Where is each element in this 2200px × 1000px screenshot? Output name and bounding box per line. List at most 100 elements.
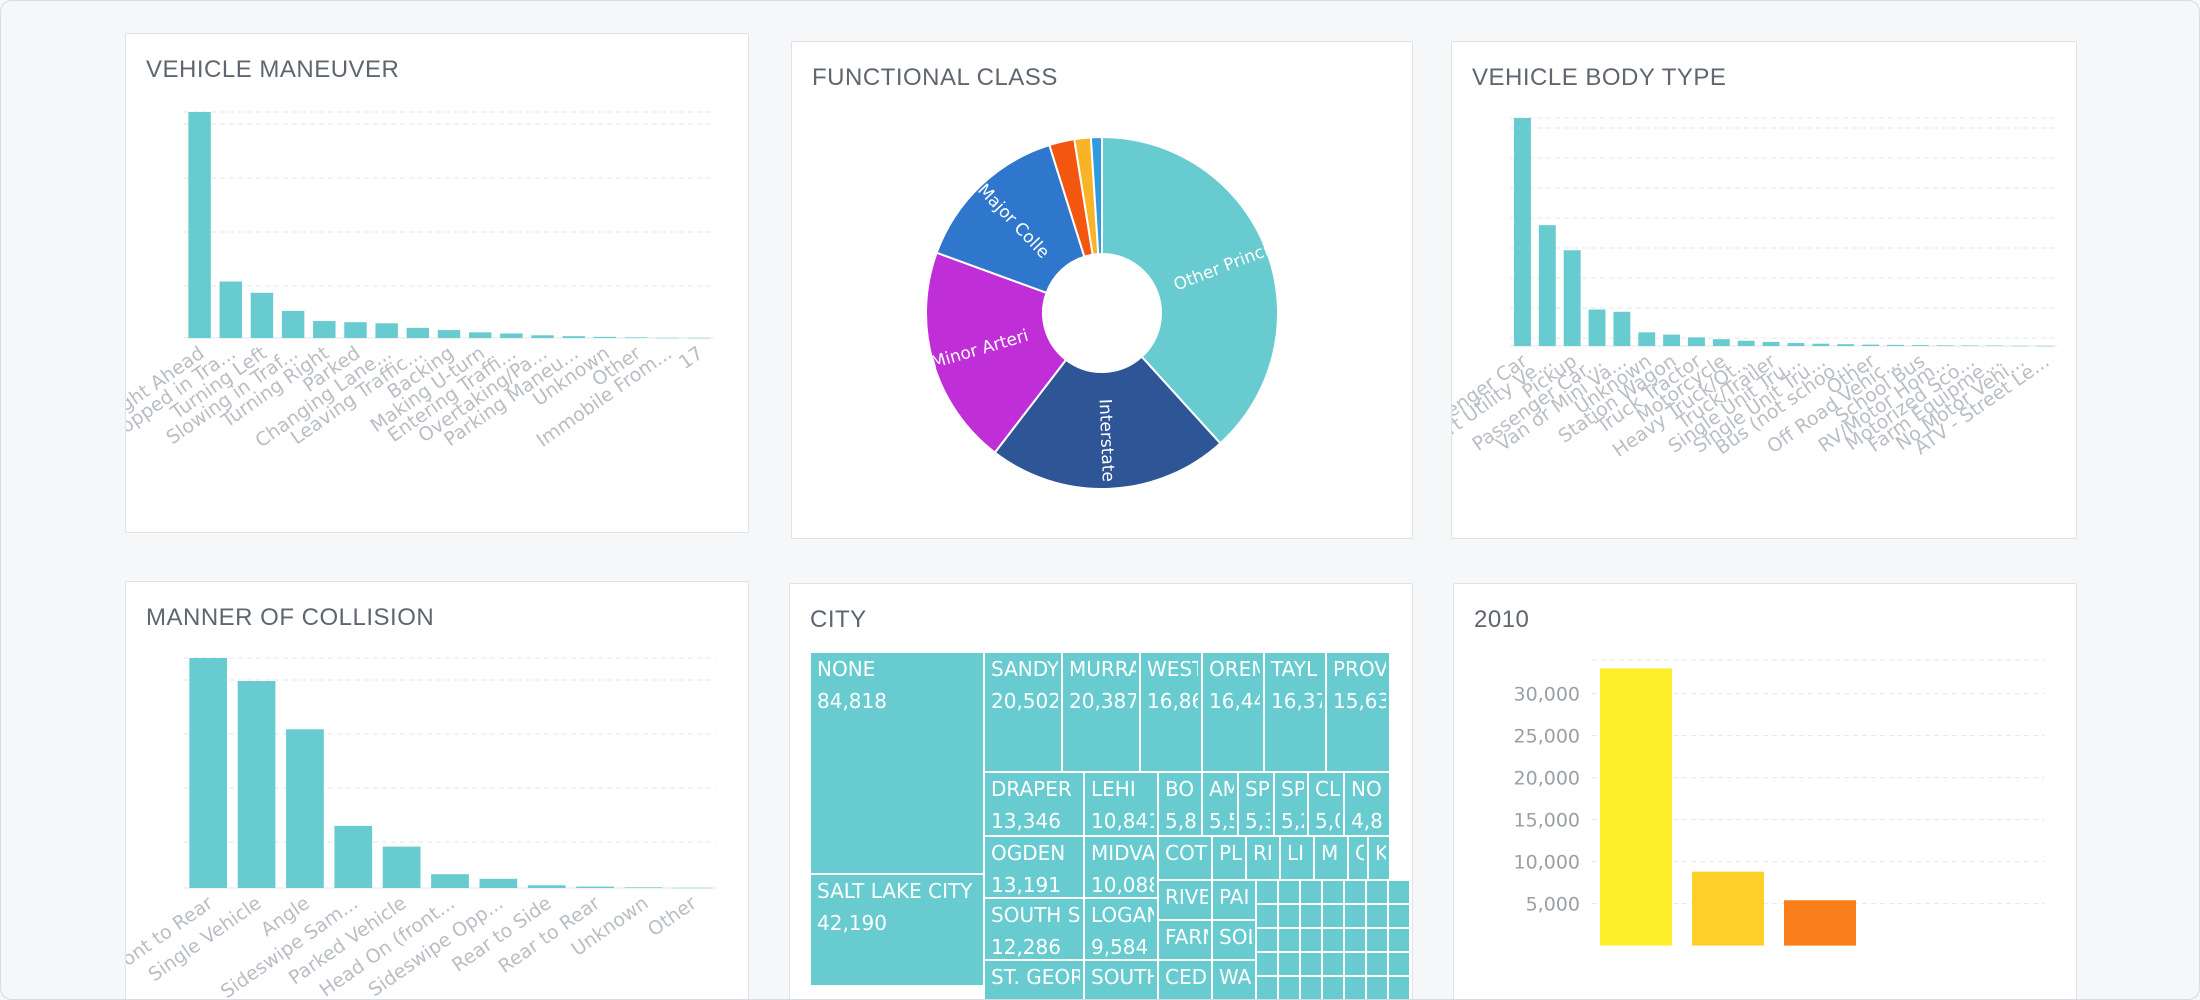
dashboard: VEHICLE MANEUVER Straight Ahead Stopped i… xyxy=(0,0,2200,1000)
treemap-tile: PL xyxy=(1211,835,1247,881)
bar xyxy=(344,322,367,338)
treemap-name: CL xyxy=(1315,777,1341,801)
treemap-tile: OREM 16,44 xyxy=(1201,651,1269,773)
treemap-cell xyxy=(1255,903,1279,929)
treemap-cell xyxy=(1321,879,1345,905)
vehicle-maneuver-chart: Straight AheadStopped in Tra...Turning L… xyxy=(126,111,714,452)
bar xyxy=(672,887,711,889)
treemap-cell xyxy=(1365,927,1389,953)
bar xyxy=(1936,345,1954,346)
bar xyxy=(1762,341,1780,346)
year-2010-panel: 2010 5,000 10,000 15,000 20,000 25,000 30,000 xyxy=(1453,583,2077,999)
treemap-tile: SP5,3 xyxy=(1237,771,1275,837)
treemap-name: CED xyxy=(1165,965,1207,989)
pie-slice-label: Interstate xyxy=(1095,399,1118,483)
y-tick-label: 30,000 xyxy=(1514,684,1580,706)
bar xyxy=(375,323,398,338)
treemap-cell xyxy=(1387,951,1411,977)
treemap-name: LI xyxy=(1287,841,1304,865)
treemap-value: 10,841 xyxy=(1091,809,1161,833)
treemap-name: SOUTH S xyxy=(991,903,1080,927)
treemap-name: SOUTH xyxy=(1091,965,1161,989)
treemap-name: SP xyxy=(1281,777,1306,801)
treemap-tile: PROV 15,63 xyxy=(1325,651,1391,773)
treemap-cell xyxy=(1277,975,1301,999)
bar xyxy=(1812,343,1830,346)
treemap-cell xyxy=(1299,927,1323,953)
treemap-name: RI xyxy=(1253,841,1273,865)
bar xyxy=(1886,344,1904,346)
bar xyxy=(500,333,523,338)
bar xyxy=(406,327,430,338)
treemap-name: PAI xyxy=(1219,885,1249,909)
vehicle-maneuver-panel: VEHICLE MANEUVER Straight Ahead Stopped i… xyxy=(125,33,749,533)
treemap-name: ST. GEOR xyxy=(991,965,1084,989)
treemap-cell xyxy=(1343,951,1367,977)
treemap-name: PROV xyxy=(1333,657,1388,681)
treemap-cell xyxy=(1365,903,1389,929)
city-panel: CITY NONE 84,818 SALT LAKE CITY 42,190 SANDY… xyxy=(789,583,1413,999)
bar xyxy=(468,332,492,338)
treemap-name: SP xyxy=(1245,777,1270,801)
treemap-tile: OGDEN 13,191 xyxy=(983,835,1085,899)
treemap-cell xyxy=(1299,975,1323,999)
treemap-cell xyxy=(1255,951,1279,977)
treemap-value: 16,86 xyxy=(1147,689,1204,713)
bar xyxy=(313,321,336,338)
bar xyxy=(1911,345,1929,346)
treemap-tile: RIVE xyxy=(1157,879,1213,921)
treemap-tile: CED xyxy=(1157,959,1213,999)
treemap-value: 15,63 xyxy=(1333,689,1390,713)
treemap-tile: AM5,5 xyxy=(1201,771,1239,837)
treemap-name: COT xyxy=(1165,841,1208,865)
treemap-cell xyxy=(1255,927,1279,953)
x-tick-label: Other xyxy=(644,892,701,941)
bar xyxy=(1837,344,1855,346)
treemap-cell xyxy=(1387,879,1411,905)
treemap-tile: BO 5,8 xyxy=(1157,771,1203,837)
y-tick-label: 5,000 xyxy=(1526,894,1580,916)
treemap-tile: COT xyxy=(1157,835,1213,881)
bar xyxy=(1787,343,1805,346)
bar xyxy=(219,281,242,338)
treemap-tile: MURRA 20,387 xyxy=(1061,651,1141,773)
treemap-cell xyxy=(1255,879,1279,905)
treemap-value: 5,8 xyxy=(1165,809,1197,833)
treemap-name: NONE xyxy=(817,657,875,681)
bar xyxy=(624,337,648,338)
bar xyxy=(250,292,274,338)
bar xyxy=(281,310,305,338)
treemap-cell xyxy=(1365,879,1389,905)
bar xyxy=(1961,345,1979,346)
treemap-tile: FARM xyxy=(1157,919,1213,961)
bar xyxy=(2036,345,2054,347)
bar xyxy=(1563,250,1581,346)
y-tick-label: 15,000 xyxy=(1514,810,1580,832)
bar xyxy=(188,112,211,338)
treemap-name: WA xyxy=(1219,965,1252,989)
treemap-name: BO xyxy=(1165,777,1194,801)
treemap-cell xyxy=(1365,951,1389,977)
treemap-cell xyxy=(1387,975,1411,999)
treemap-value: 20,502 xyxy=(991,689,1061,713)
bar xyxy=(1712,339,1730,346)
treemap-name: OGDEN xyxy=(991,841,1065,865)
treemap-tile: SANDY 20,502 xyxy=(983,651,1063,773)
bar xyxy=(189,658,228,888)
treemap-cell xyxy=(1321,903,1345,929)
bar xyxy=(437,330,461,338)
treemap-value: 4,8 xyxy=(1351,809,1383,833)
bar xyxy=(624,887,663,888)
treemap-tile: LOGAN 9,584 xyxy=(1083,897,1159,961)
treemap-name: WEST xyxy=(1147,657,1205,681)
year-2010-chart: 5,000 10,000 15,000 20,000 25,000 30,000 xyxy=(1514,659,2044,946)
treemap-tile: KA xyxy=(1367,835,1391,881)
bar xyxy=(527,885,566,888)
manner-of-collision-chart: Front to RearSingle VehicleAngleSideswip… xyxy=(126,657,716,999)
y-tick-label: 20,000 xyxy=(1514,768,1580,790)
treemap-name: OREM xyxy=(1209,657,1269,681)
vehicle-body-type-panel: VEHICLE BODY TYPE Passenger Car Sport Uti… xyxy=(1451,41,2077,539)
treemap-tile: WEST 16,86 xyxy=(1139,651,1205,773)
treemap-cell xyxy=(1343,879,1367,905)
functional-class-panel: FUNCTIONAL CLASS Other Princi Interstate M… xyxy=(791,41,1413,539)
